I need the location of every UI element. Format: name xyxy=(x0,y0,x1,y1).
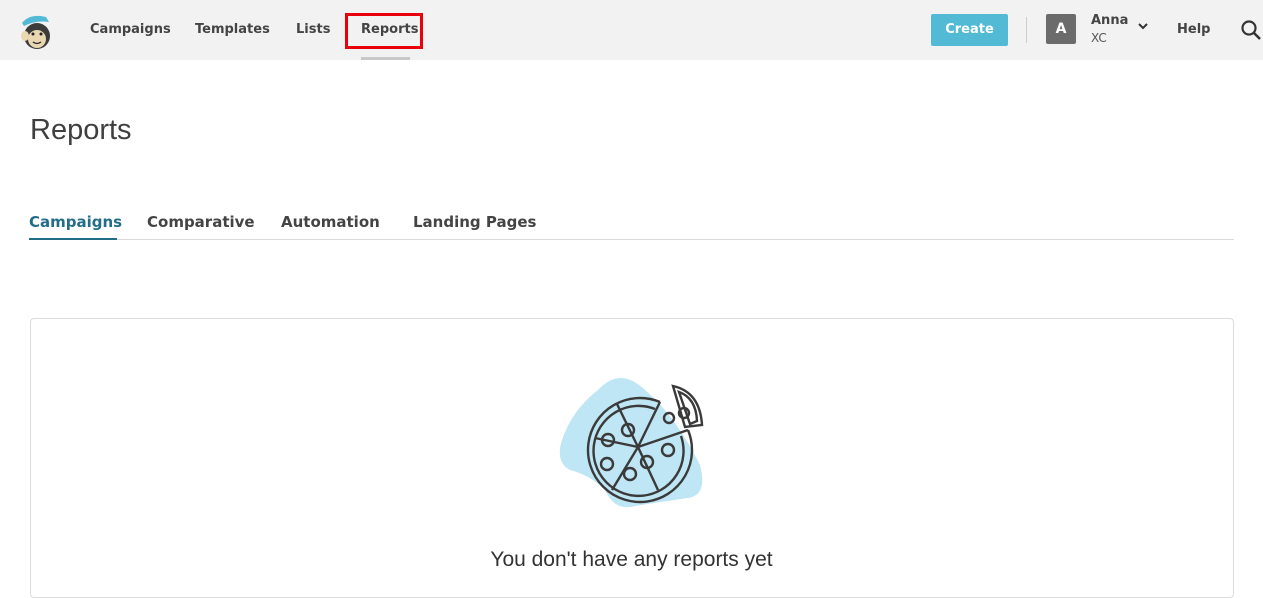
create-button[interactable]: Create xyxy=(931,14,1008,46)
nav-templates[interactable]: Templates xyxy=(195,22,270,37)
help-link[interactable]: Help xyxy=(1177,22,1210,37)
tab-campaigns[interactable]: Campaigns xyxy=(29,213,122,231)
mailchimp-logo[interactable] xyxy=(16,11,56,51)
search-icon[interactable] xyxy=(1240,19,1262,41)
nav-divider xyxy=(1026,17,1027,43)
chevron-down-icon[interactable] xyxy=(1137,20,1149,32)
active-tab-indicator xyxy=(29,238,117,240)
account-name[interactable]: XC xyxy=(1091,31,1107,45)
nav-active-indicator xyxy=(361,57,410,60)
tab-automation[interactable]: Automation xyxy=(281,213,380,231)
page-title: Reports xyxy=(30,114,132,146)
user-name[interactable]: Anna xyxy=(1091,13,1128,28)
tabs-divider xyxy=(30,239,1234,240)
tab-comparative[interactable]: Comparative xyxy=(147,213,255,231)
nav-reports[interactable]: Reports xyxy=(361,22,418,37)
empty-state-message: You don't have any reports yet xyxy=(490,548,773,571)
nav-campaigns[interactable]: Campaigns xyxy=(90,22,171,37)
top-navbar: Campaigns Templates Lists Reports Create… xyxy=(0,0,1263,60)
nav-lists[interactable]: Lists xyxy=(296,22,330,37)
avatar[interactable]: A xyxy=(1046,14,1076,44)
pizza-illustration xyxy=(559,378,704,508)
tab-landing-pages[interactable]: Landing Pages xyxy=(413,213,536,231)
